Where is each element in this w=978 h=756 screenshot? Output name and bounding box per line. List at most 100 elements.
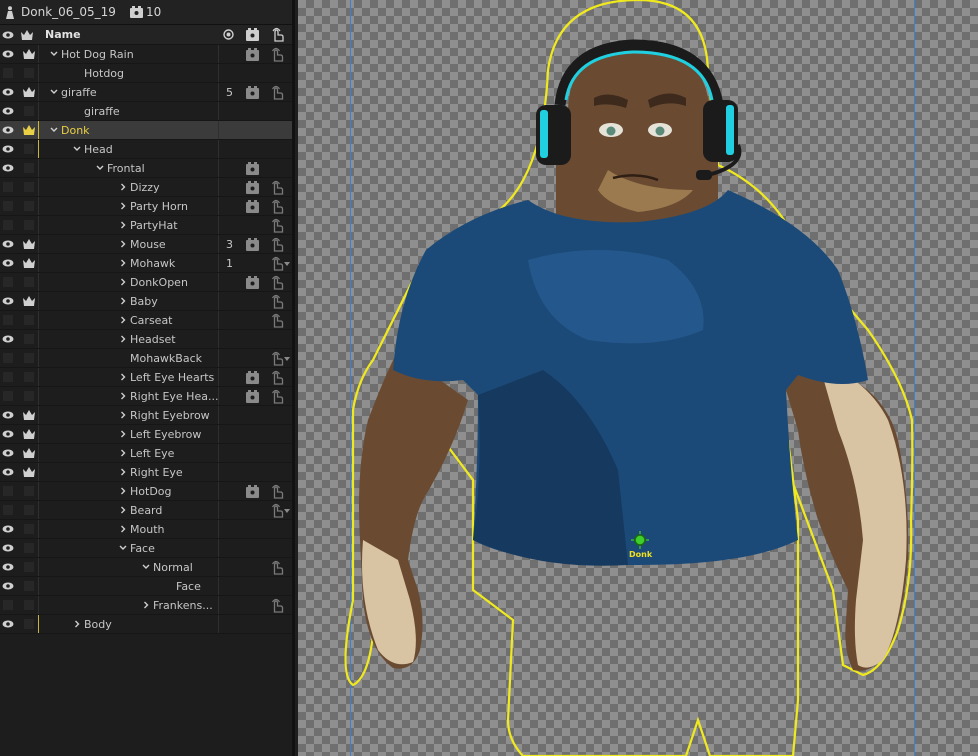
visibility-toggle[interactable] (0, 159, 16, 177)
layer-name[interactable]: PartyHat (130, 219, 178, 232)
layer-row[interactable]: Face (0, 539, 292, 558)
visibility-toggle[interactable] (0, 273, 16, 291)
hand-icon[interactable] (270, 370, 284, 385)
visibility-toggle[interactable] (0, 520, 16, 538)
caret-down-icon[interactable] (284, 357, 290, 361)
visibility-toggle[interactable] (0, 425, 16, 443)
crown-toggle[interactable] (20, 406, 38, 424)
layer-row[interactable]: Donk (0, 121, 292, 140)
visibility-column-header[interactable] (0, 31, 16, 39)
chevron-right-icon[interactable] (118, 276, 128, 288)
layer-name[interactable]: Right Eye (130, 466, 183, 479)
layer-row[interactable]: Mouse 3 (0, 235, 292, 254)
layer-row[interactable]: giraffe (0, 102, 292, 121)
layer-name[interactable]: MohawkBack (130, 352, 202, 365)
visibility-toggle[interactable] (0, 615, 16, 633)
crown-toggle[interactable] (20, 140, 38, 158)
layer-name[interactable]: Baby (130, 295, 158, 308)
crown-toggle[interactable] (20, 102, 38, 120)
visibility-toggle[interactable] (0, 501, 16, 519)
layer-name[interactable]: HotDog (130, 485, 172, 498)
donk-character[interactable] (298, 0, 978, 756)
layer-row[interactable]: Dizzy (0, 178, 292, 197)
crown-column-header[interactable] (16, 29, 38, 40)
hand-icon[interactable] (270, 199, 284, 214)
crown-toggle[interactable] (20, 387, 38, 405)
crown-toggle[interactable] (20, 235, 38, 253)
hand-icon[interactable] (270, 47, 284, 62)
visibility-toggle[interactable] (0, 197, 16, 215)
crown-toggle[interactable] (20, 349, 38, 367)
hand-icon[interactable] (270, 256, 284, 271)
chevron-right-icon[interactable] (118, 295, 128, 307)
camera-icon[interactable] (246, 48, 259, 61)
crown-toggle[interactable] (20, 83, 38, 101)
layer-row[interactable]: Right Eye Hea... (0, 387, 292, 406)
crown-toggle[interactable] (20, 45, 38, 63)
layer-row[interactable]: Right Eye (0, 463, 292, 482)
layer-name[interactable]: Headset (130, 333, 176, 346)
layer-row[interactable]: Mohawk 1 (0, 254, 292, 273)
layer-row[interactable]: HotDog (0, 482, 292, 501)
layer-row[interactable]: giraffe 5 (0, 83, 292, 102)
chevron-right-icon[interactable] (141, 599, 151, 611)
crown-toggle[interactable] (20, 596, 38, 614)
origin-handle-icon[interactable] (634, 534, 646, 546)
layer-name[interactable]: Hotdog (84, 67, 124, 80)
visibility-toggle[interactable] (0, 539, 16, 557)
crown-toggle[interactable] (20, 178, 38, 196)
scene-canvas[interactable]: Donk (298, 0, 978, 756)
visibility-toggle[interactable] (0, 387, 16, 405)
chevron-right-icon[interactable] (118, 181, 128, 193)
chevron-down-icon[interactable] (141, 561, 151, 573)
layer-row[interactable]: Left Eye Hearts (0, 368, 292, 387)
layer-name[interactable]: Mouse (130, 238, 166, 251)
layer-row[interactable]: Frontal (0, 159, 292, 178)
chevron-down-icon[interactable] (118, 542, 128, 554)
layer-name[interactable]: Beard (130, 504, 162, 517)
hand-column-icon[interactable] (271, 27, 284, 42)
layer-name[interactable]: Hot Dog Rain (61, 48, 134, 61)
crown-toggle[interactable] (20, 292, 38, 310)
crown-toggle[interactable] (20, 197, 38, 215)
layer-row[interactable]: Hotdog (0, 64, 292, 83)
visibility-toggle[interactable] (0, 140, 16, 158)
layer-name[interactable]: Mouth (130, 523, 164, 536)
hand-icon[interactable] (270, 503, 284, 518)
crown-toggle[interactable] (20, 463, 38, 481)
visibility-toggle[interactable] (0, 558, 16, 576)
chevron-down-icon[interactable] (49, 48, 59, 60)
hand-icon[interactable] (270, 180, 284, 195)
chevron-right-icon[interactable] (118, 200, 128, 212)
layer-row[interactable]: Beard (0, 501, 292, 520)
visibility-toggle[interactable] (0, 45, 16, 63)
visibility-toggle[interactable] (0, 349, 16, 367)
visibility-toggle[interactable] (0, 216, 16, 234)
chevron-right-icon[interactable] (118, 390, 128, 402)
camera-icon[interactable] (246, 390, 259, 403)
visibility-toggle[interactable] (0, 121, 16, 139)
hand-icon[interactable] (270, 313, 284, 328)
visibility-toggle[interactable] (0, 596, 16, 614)
layer-row[interactable]: Baby (0, 292, 292, 311)
crown-toggle[interactable] (20, 558, 38, 576)
caret-down-icon[interactable] (284, 509, 290, 513)
layer-row[interactable]: Body (0, 615, 292, 634)
visibility-toggle[interactable] (0, 482, 16, 500)
layer-row[interactable]: Mouth (0, 520, 292, 539)
hand-icon[interactable] (270, 294, 284, 309)
layer-name[interactable]: Right Eyebrow (130, 409, 210, 422)
camera-icon[interactable] (246, 162, 259, 175)
layer-name[interactable]: Face (130, 542, 155, 555)
hand-icon[interactable] (270, 218, 284, 233)
layer-row[interactable]: Face (0, 577, 292, 596)
layer-name[interactable]: Frontal (107, 162, 145, 175)
crown-toggle[interactable] (20, 216, 38, 234)
crown-toggle[interactable] (20, 311, 38, 329)
layer-name[interactable]: Donk (61, 124, 90, 137)
hand-icon[interactable] (270, 85, 284, 100)
layer-name[interactable]: Normal (153, 561, 193, 574)
hand-icon[interactable] (270, 351, 284, 366)
hand-icon[interactable] (270, 237, 284, 252)
layer-row[interactable]: Carseat (0, 311, 292, 330)
